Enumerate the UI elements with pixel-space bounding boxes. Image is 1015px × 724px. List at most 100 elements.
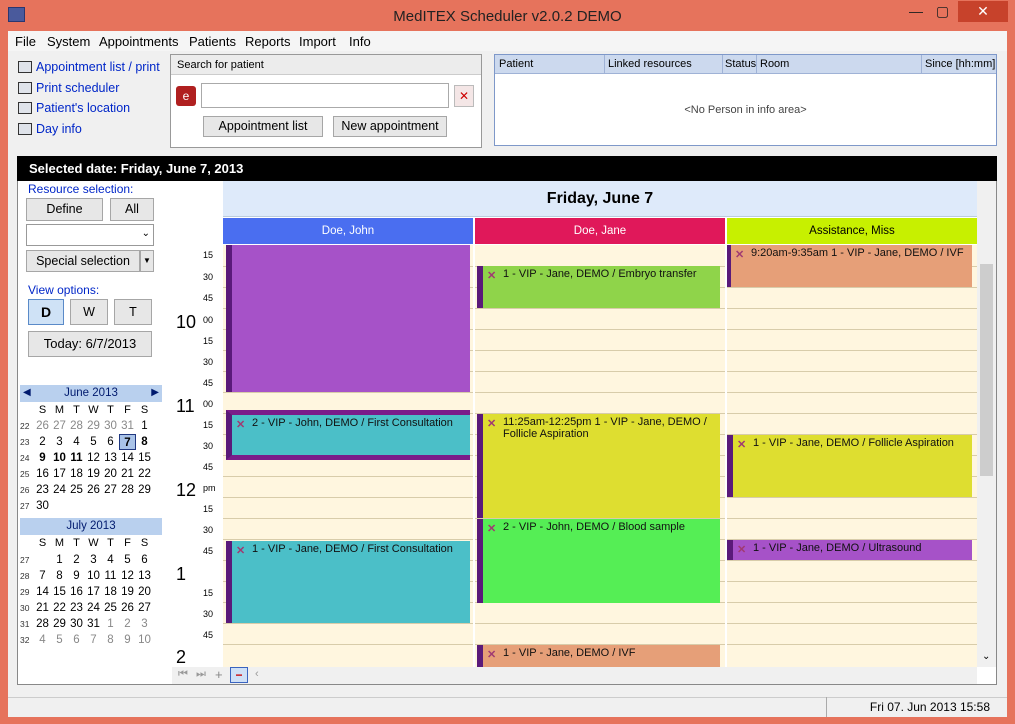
calendar-day[interactable]: 31 xyxy=(85,616,102,632)
new-appointment-button[interactable]: New appointment xyxy=(333,116,447,137)
resource-header-john[interactable]: Doe, John xyxy=(223,218,473,244)
calendar-day[interactable]: 8 xyxy=(51,568,68,584)
calendar-day[interactable]: 28 xyxy=(68,418,85,434)
view-week-button[interactable]: W xyxy=(70,299,108,325)
calendar-day[interactable]: 13 xyxy=(136,568,153,584)
calendar-day[interactable]: 30 xyxy=(102,418,119,434)
calendar-day[interactable]: 22 xyxy=(51,600,68,616)
calendar-day[interactable]: 10 xyxy=(85,568,102,584)
patient-search-input[interactable] xyxy=(201,83,449,108)
calendar-day[interactable]: 19 xyxy=(85,466,102,482)
menu-import[interactable]: Import xyxy=(299,34,336,49)
calendar-day[interactable]: 6 xyxy=(136,552,153,568)
calendar-day[interactable]: 25 xyxy=(68,482,85,498)
calendar-day[interactable]: 5 xyxy=(85,434,102,450)
appointment-miss-2[interactable]: ✕ 1 - VIP - Jane, DEMO / Follicle Aspirat… xyxy=(727,435,972,497)
calendar-day[interactable]: 26 xyxy=(85,482,102,498)
scroll-down-icon[interactable]: ⌄ xyxy=(982,651,990,662)
appointment-miss-1[interactable]: ✕ 9:20am-9:35am 1 - VIP - Jane, DEMO / IV… xyxy=(727,245,972,287)
calendar-day[interactable]: 31 xyxy=(119,418,136,434)
calendar-day[interactable]: 13 xyxy=(102,450,119,466)
scroll-left-icon[interactable]: ‹ xyxy=(255,668,259,680)
calendar-day[interactable]: 1 xyxy=(136,418,153,434)
special-selection-arrow-icon[interactable]: ▼ xyxy=(140,250,154,272)
special-selection-button[interactable]: Special selection xyxy=(26,250,140,272)
menu-system[interactable]: System xyxy=(47,34,90,49)
calendar-day[interactable]: 12 xyxy=(85,450,102,466)
appointment-jane-3[interactable]: ✕ 2 - VIP - John, DEMO / Blood sample xyxy=(477,519,720,603)
calendar-day[interactable]: 14 xyxy=(34,584,51,600)
calendar-day[interactable]: 8 xyxy=(102,632,119,648)
calendar-day[interactable]: 1 xyxy=(102,616,119,632)
minimize-button[interactable]: — xyxy=(903,1,929,22)
print-scheduler-link[interactable]: Print scheduler xyxy=(36,81,119,95)
menu-reports[interactable]: Reports xyxy=(245,34,291,49)
calendar-day[interactable]: 14 xyxy=(119,450,136,466)
calendar-day[interactable]: 27 xyxy=(102,482,119,498)
calendar-day[interactable]: 28 xyxy=(119,482,136,498)
vertical-scroll-thumb[interactable] xyxy=(980,264,993,476)
calendar-day[interactable]: 21 xyxy=(34,600,51,616)
calendar-day[interactable]: 11 xyxy=(68,450,85,466)
calendar-day[interactable]: 3 xyxy=(51,434,68,450)
menu-patients[interactable]: Patients xyxy=(189,34,236,49)
calendar-day[interactable]: 29 xyxy=(136,482,153,498)
calendar-day[interactable]: 17 xyxy=(51,466,68,482)
clear-search-icon[interactable]: ✕ xyxy=(454,85,474,107)
meditex-logo-icon[interactable]: e xyxy=(176,86,196,106)
calendar-day[interactable]: 3 xyxy=(85,552,102,568)
calendar-day[interactable]: 4 xyxy=(34,632,51,648)
calendar-day[interactable]: 16 xyxy=(68,584,85,600)
col-linked-resources[interactable]: Linked resources xyxy=(608,58,692,70)
view-day-button[interactable]: D xyxy=(28,299,64,325)
first-icon[interactable]: ⏮ xyxy=(178,668,188,681)
all-button[interactable]: All xyxy=(110,198,154,221)
maximize-button[interactable]: ▢ xyxy=(929,1,956,22)
calendar-day[interactable]: 6 xyxy=(68,632,85,648)
calendar-day[interactable]: 12 xyxy=(119,568,136,584)
calendar-day[interactable]: 9 xyxy=(119,632,136,648)
resource-header-assistance[interactable]: Assistance, Miss xyxy=(727,218,977,244)
calendar-day[interactable]: 27 xyxy=(51,418,68,434)
calendar-day[interactable]: 20 xyxy=(102,466,119,482)
calendar-day[interactable]: 5 xyxy=(51,632,68,648)
calendar-day[interactable]: 1 xyxy=(51,552,68,568)
calendar-day[interactable]: 9 xyxy=(34,450,51,466)
menu-appointments[interactable]: Appointments xyxy=(99,34,179,49)
calendar-day[interactable]: 2 xyxy=(68,552,85,568)
view-t-button[interactable]: T xyxy=(114,299,152,325)
today-button[interactable]: Today: 6/7/2013 xyxy=(28,331,152,357)
prev-month-icon[interactable]: ◀ xyxy=(23,385,31,401)
calendar-day[interactable]: 26 xyxy=(34,418,51,434)
calendar-day[interactable]: 5 xyxy=(119,552,136,568)
calendar-day[interactable]: 10 xyxy=(51,450,68,466)
calendar-day[interactable]: 15 xyxy=(51,584,68,600)
appointment-john-2[interactable]: ✕ 2 - VIP - John, DEMO / First Consultati… xyxy=(226,410,470,460)
calendar-day[interactable]: 27 xyxy=(136,600,153,616)
calendar-day[interactable]: 18 xyxy=(68,466,85,482)
close-button[interactable]: ✕ xyxy=(958,1,1008,22)
patient-location-link[interactable]: Patient's location xyxy=(36,101,130,115)
calendar-day[interactable]: 4 xyxy=(102,552,119,568)
appointment-jane-2[interactable]: ✕ 11:25am-12:25pm 1 - VIP - Jane, DEMO / … xyxy=(477,414,720,518)
calendar-day[interactable]: 11 xyxy=(102,568,119,584)
calendar-day[interactable]: 3 xyxy=(136,616,153,632)
next-month-icon[interactable]: ▶ xyxy=(151,385,159,401)
calendar-day[interactable]: 30 xyxy=(68,616,85,632)
calendar-day[interactable]: 18 xyxy=(102,584,119,600)
calendar-day[interactable]: 30 xyxy=(34,498,51,514)
calendar-day[interactable]: 29 xyxy=(51,616,68,632)
col-patient[interactable]: Patient xyxy=(499,58,533,70)
calendar-day[interactable]: 2 xyxy=(119,616,136,632)
calendar-day[interactable]: 24 xyxy=(51,482,68,498)
calendar-day-selected[interactable]: 7 xyxy=(119,434,136,450)
appointment-jane-4[interactable]: ✕ 1 - VIP - Jane, DEMO / IVF xyxy=(477,645,720,667)
col-status[interactable]: Status xyxy=(725,58,756,70)
calendar-day[interactable]: 20 xyxy=(136,584,153,600)
calendar-day[interactable]: 21 xyxy=(119,466,136,482)
appointment-list-button[interactable]: Appointment list xyxy=(203,116,323,137)
calendar-day[interactable]: 6 xyxy=(102,434,119,450)
calendar-day[interactable]: 25 xyxy=(102,600,119,616)
col-room[interactable]: Room xyxy=(760,58,789,70)
appointment-john-1[interactable] xyxy=(226,245,470,392)
